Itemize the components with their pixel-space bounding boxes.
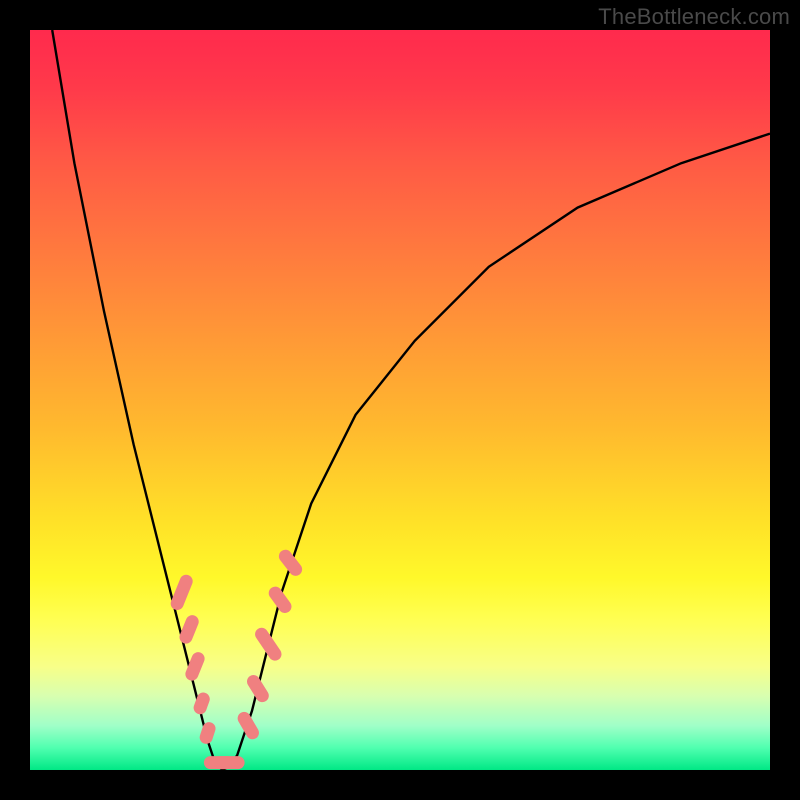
bottleneck-curve-svg — [30, 30, 770, 770]
bottleneck-curve-path — [52, 30, 770, 770]
curve-marker — [276, 547, 304, 578]
curve-marker — [253, 625, 284, 663]
curve-marker — [266, 584, 294, 616]
curve-marker — [192, 691, 212, 716]
plot-area — [30, 30, 770, 770]
curve-marker — [204, 756, 234, 769]
curve-marker — [183, 650, 206, 682]
chart-frame: TheBottleneck.com — [0, 0, 800, 800]
curve-marker — [215, 756, 245, 769]
curve-marker — [169, 573, 195, 612]
curve-marker — [198, 720, 217, 745]
curve-marker — [178, 613, 201, 645]
curve-marker — [235, 710, 261, 742]
curve-layer — [52, 30, 770, 770]
curve-marker — [245, 673, 272, 705]
watermark-text: TheBottleneck.com — [598, 4, 790, 30]
marker-layer — [169, 547, 305, 769]
